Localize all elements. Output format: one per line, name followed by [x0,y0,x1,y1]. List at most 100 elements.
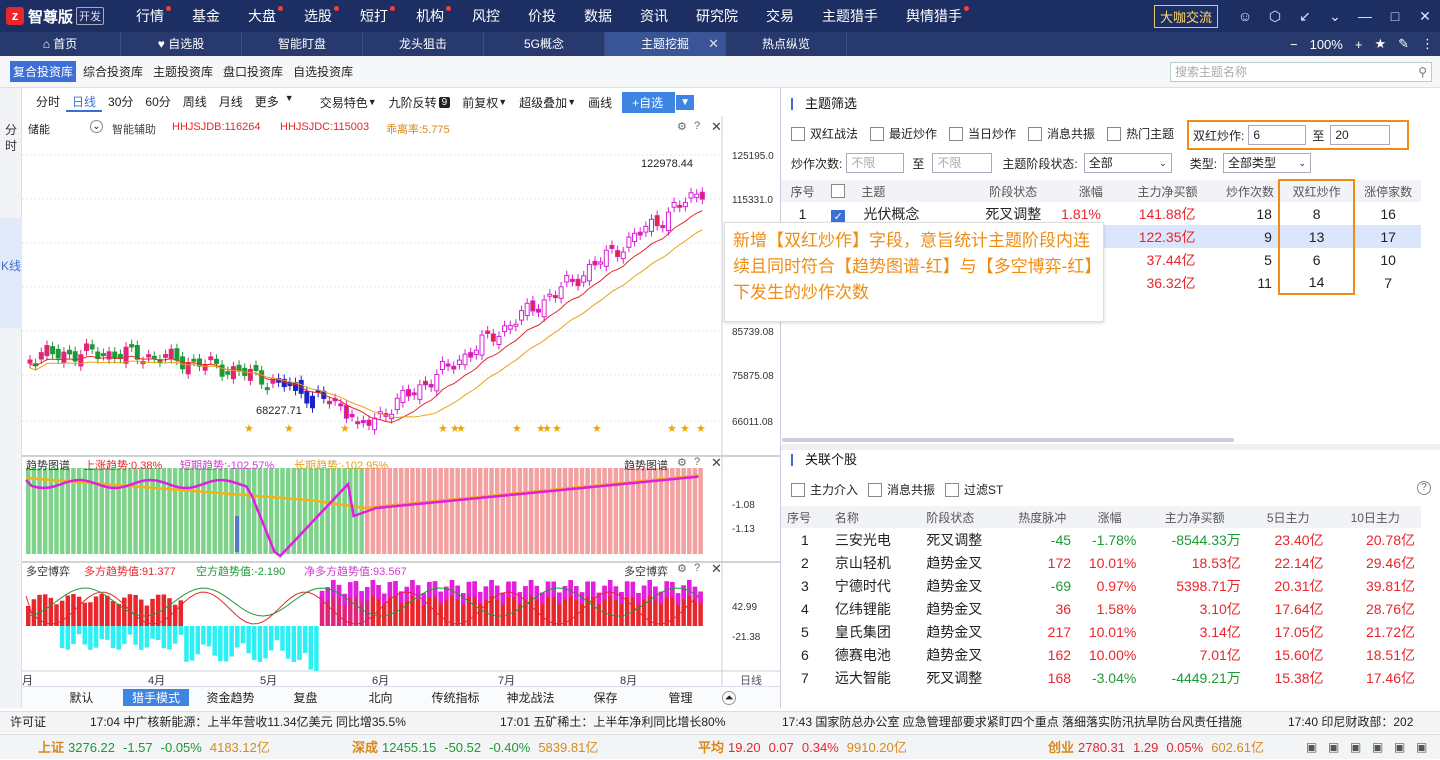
shrink-icon[interactable]: ↙ [1290,8,1320,25]
side-tab-fenshi[interactable]: 分时 [0,118,22,158]
add-watch-button[interactable]: +自选 [622,91,676,113]
news-item[interactable]: 17:01 五矿稀土：上半年净利同比增长80% [500,712,725,733]
monitor-icon[interactable]: ▣ [1416,735,1427,760]
close-icon[interactable]: ✕ [711,561,722,577]
column-header[interactable]: 双红炒作 [1277,179,1356,202]
bottom-button[interactable]: 保存 [568,689,643,706]
filter-checkbox[interactable]: 过滤ST [945,481,1003,498]
tab[interactable]: ⌂ 首页 [0,32,121,56]
pen-icon[interactable]: ✎ [1392,36,1415,52]
checkbox-box[interactable] [1028,126,1043,141]
filter-checkbox[interactable]: 当日炒作 [949,125,1016,142]
column-header[interactable]: 阶段状态 [975,180,1051,202]
nav-item[interactable]: 短打 [346,0,402,32]
more-icon[interactable]: ⋮ [1415,36,1440,52]
checkbox-box[interactable] [870,126,885,141]
news-item[interactable]: 17:40 印尼财政部：202 [1288,712,1413,733]
column-header[interactable]: 序号 [781,180,825,202]
collapse-icon[interactable]: ⏶ [722,690,736,705]
tab[interactable]: 5G概念 [484,32,605,56]
column-header[interactable]: 序号 [781,506,829,528]
user-icon[interactable]: ☺ [1230,8,1260,24]
filter-checkbox[interactable]: 主力介入 [791,481,858,498]
clipboard-icon[interactable]: ▣ [1328,735,1339,760]
option-huaxian[interactable]: 画线 [588,94,612,111]
filter-checkbox[interactable]: 消息共振 [1028,125,1095,142]
column-header[interactable]: 炒作次数 [1201,180,1279,202]
filter-checkbox[interactable]: 消息共振 [868,481,935,498]
checkbox-box[interactable] [868,482,883,497]
bottom-button[interactable]: 北向 [343,689,418,706]
column-header[interactable]: 名称 [828,506,921,528]
checkbox-box[interactable] [791,482,805,497]
column-header[interactable]: 涨幅 [1077,506,1143,528]
tab[interactable]: 龙头狙击 [363,32,484,56]
sub-tab[interactable]: 自选投资库 [290,61,356,82]
bottom-button[interactable]: 资金趋势 [193,689,268,706]
column-header[interactable]: 涨幅 [1050,180,1107,202]
table-row[interactable]: 5 皇氏集团 趋势金叉 217 10.01% 3.14亿 17.05亿 21.72亿 [781,620,1421,643]
settings-icon[interactable]: ⚙ [677,120,687,133]
nav-item[interactable]: 资讯 [626,0,682,32]
tab[interactable]: 主题挖掘 ✕ [605,32,726,56]
index-item[interactable]: 平均 19.20 0.07 0.34% 9910.20亿 [698,735,907,760]
bottom-button[interactable]: 复盘 [268,689,343,706]
chevron-down-icon[interactable]: ⌄ [1320,8,1350,25]
settings-icon[interactable]: ⚙ [677,456,687,469]
sub-tab[interactable]: 主题投资库 [150,61,216,82]
table-row[interactable]: 4 亿纬锂能 趋势金叉 36 1.58% 3.10亿 17.64亿 28.76亿 [781,597,1421,620]
sub-tab[interactable]: 盘口投资库 [220,61,286,82]
index-item[interactable]: 深成 12455.15 -50.52 -0.40% 5839.81亿 [352,735,598,760]
select-all-checkbox[interactable] [831,184,846,198]
minimize-icon[interactable]: — [1350,8,1380,24]
column-header[interactable] [824,180,858,202]
column-header[interactable]: 阶段状态 [920,506,1008,528]
times-from-input[interactable]: 不限 [846,153,905,173]
nav-item[interactable]: 舆情猎手 [892,0,976,32]
column-header[interactable]: 5日主力 [1246,506,1330,528]
dakai-button[interactable]: 大咖交流 [1153,4,1218,28]
grid-icon[interactable]: ▣ [1394,735,1405,760]
period-tab[interactable]: 日线 [66,93,103,112]
bottom-button[interactable]: 传统指标 [418,689,493,706]
bottom-button[interactable]: 默认 [44,689,119,706]
alarm-icon[interactable]: ▣ [1350,735,1361,760]
sub-tab[interactable]: 复合投资库 [10,61,77,82]
nav-item[interactable]: 选股 [290,0,346,32]
help-icon[interactable]: ? [694,120,700,132]
nav-item[interactable]: 数据 [570,0,626,32]
zoom-in-button[interactable]: + [1349,37,1369,52]
column-header[interactable]: 热度脉冲 [1007,506,1078,528]
checkbox-box[interactable] [791,126,805,141]
layout-icon[interactable]: ▣ [1306,735,1317,760]
column-header[interactable]: 10日主力 [1329,506,1421,528]
nav-item[interactable]: 研究院 [682,0,752,32]
zoom-out-button[interactable]: − [1284,37,1304,52]
shuanghong-to-input[interactable]: 20 [1330,125,1391,145]
column-header[interactable]: 涨停家数 [1354,180,1421,202]
tab[interactable]: ♥ 自选股 [121,32,242,56]
side-tab-kline[interactable]: K线 [0,218,22,328]
search-icon[interactable]: ⚲ [1418,63,1427,81]
table-row[interactable]: 7 远大智能 死叉调整 168 -3.04% -4449.21万 15.38亿 17.46亿 [781,666,1421,689]
period-tab[interactable]: 更多 [249,93,285,112]
kline-chart[interactable]: ★★★★★★★★★★★★★★ 125195.0115331.0105467.09… [22,116,780,686]
option-diejia[interactable]: 超级叠加 [519,94,567,111]
bottom-button[interactable]: 神龙战法 [493,689,568,706]
help-icon[interactable]: ? [694,562,700,574]
period-tab[interactable]: 周线 [177,93,213,112]
table-row[interactable]: 3 宁德时代 趋势金叉 -69 0.97% 5398.71万 20.31亿 39.81亿 [781,574,1421,597]
period-tab[interactable]: 月线 [213,93,249,112]
close-icon[interactable]: ✕ [708,32,719,56]
bottom-button[interactable]: 猎手模式 [123,689,189,706]
times-to-input[interactable]: 不限 [932,153,993,173]
stage-select[interactable]: 全部 ⌄ [1083,153,1172,173]
column-header[interactable]: 主力净买额 [1142,506,1247,528]
column-header[interactable]: 主力净买额 [1106,180,1202,202]
option-fuquan[interactable]: 前复权 [462,94,498,111]
close-icon[interactable]: ✕ [711,455,722,471]
filter-checkbox[interactable]: 最近炒作 [870,125,937,142]
horizontal-scrollbar[interactable] [782,438,1234,442]
table-row[interactable]: 2 京山轻机 趋势金叉 172 10.01% 18.53亿 22.14亿 29.46亿 [781,551,1421,574]
nav-item[interactable]: 交易 [752,0,808,32]
